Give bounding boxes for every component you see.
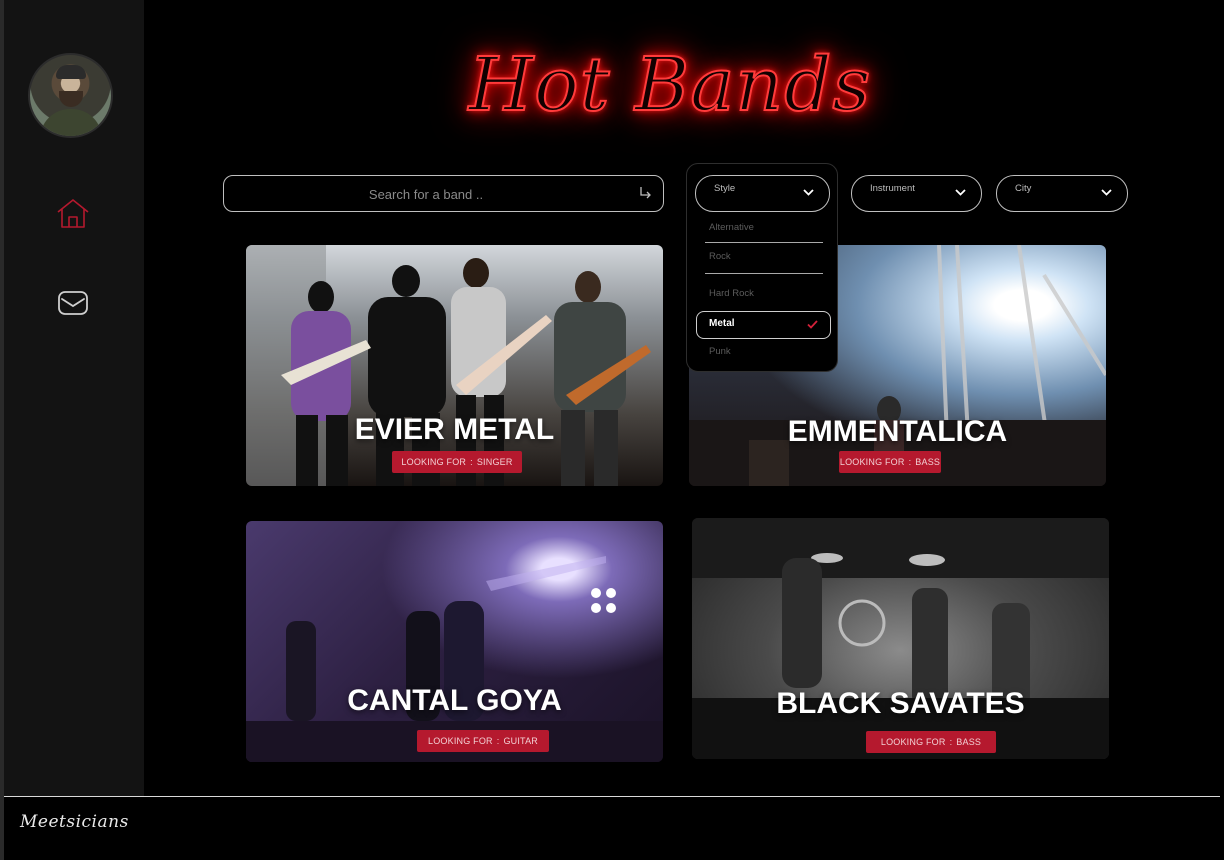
looking-for-badge: LOOKING FOR: BASS [839,451,941,473]
divider [705,242,823,243]
band-card[interactable]: CANTAL GOYA LOOKING FOR: GUITAR [246,521,663,762]
band-photo [692,518,1109,759]
mail-icon[interactable] [54,287,92,321]
looking-for-badge: LOOKING FOR: GUITAR [417,730,549,752]
dropdown-option[interactable]: Rock [709,251,731,262]
band-name: EVIER METAL [354,413,555,446]
avatar[interactable] [28,53,113,138]
band-name: BLACK SAVATES [776,687,1025,720]
looking-for-label: LOOKING FOR [428,736,493,746]
band-name: CANTAL GOYA [347,684,562,717]
page-title: Hot Bands [468,41,872,129]
search-input[interactable] [234,176,618,213]
city-filter[interactable]: City [996,175,1128,212]
dropdown-option[interactable]: Alternative [709,222,754,233]
looking-for-role: SINGER [476,457,513,467]
style-filter[interactable]: Style [695,175,830,212]
separator: : [949,737,953,747]
dropdown-option[interactable]: Punk [709,346,731,357]
home-icon[interactable] [54,196,92,230]
enter-arrow-icon[interactable] [637,185,653,201]
divider [705,273,823,274]
chevron-down-icon [803,189,814,196]
search-box[interactable] [223,175,664,213]
chevron-down-icon [955,189,966,196]
band-card[interactable]: EVIER METAL LOOKING FOR: SINGER [246,245,663,486]
band-card[interactable]: BLACK SAVATES LOOKING FOR: BASS [692,518,1109,759]
separator: : [908,457,912,467]
looking-for-badge: LOOKING FOR: SINGER [392,451,522,473]
band-name: EMMENTALICA [787,415,1008,448]
looking-for-label: LOOKING FOR [880,737,946,747]
separator: : [496,736,500,746]
style-filter-label: Style [714,183,736,194]
looking-for-badge: LOOKING FOR: BASS [866,731,996,753]
city-filter-label: City [1015,183,1032,194]
band-photo [246,556,663,762]
dropdown-option[interactable]: Hard Rock [709,288,754,299]
chevron-down-icon [1101,189,1112,196]
looking-for-label: LOOKING FOR [839,457,905,467]
separator: : [470,457,473,467]
checkmark-icon [807,320,818,329]
looking-for-label: LOOKING FOR [401,457,467,467]
instrument-filter-label: Instrument [870,183,915,194]
footer-divider [4,796,1220,797]
style-dropdown-menu: Style Alternative Rock Hard Rock Metal P… [686,163,838,372]
looking-for-role: BASS [915,457,941,467]
sidebar [4,0,144,796]
looking-for-role: BASS [956,737,982,747]
selected-option-label: Metal [709,318,735,329]
footer-logo[interactable]: Meetsicians [20,812,129,832]
instrument-filter[interactable]: Instrument [851,175,982,212]
looking-for-role: GUITAR [503,736,538,746]
band-photo [246,245,651,486]
dropdown-option-selected[interactable]: Metal [696,311,831,339]
